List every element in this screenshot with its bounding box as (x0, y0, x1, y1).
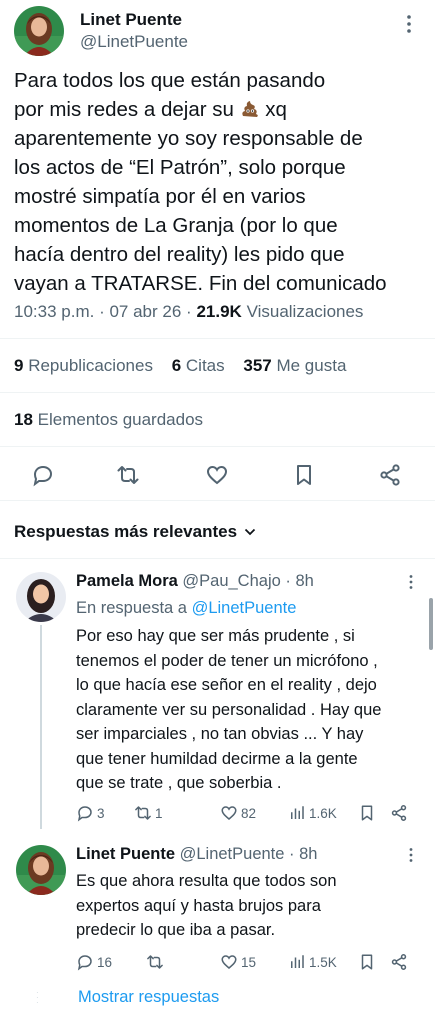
views-icon (291, 955, 304, 968)
poop-emoji-icon (240, 98, 260, 118)
like-icon[interactable] (200, 458, 234, 492)
reply-bookmark-button[interactable] (358, 953, 376, 971)
likes-stat[interactable]: 357 Me gusta (243, 356, 346, 375)
views-count[interactable]: 21.9K (196, 302, 241, 321)
reply-author-name[interactable]: Linet Puente (76, 845, 175, 863)
more-options-icon[interactable] (397, 14, 421, 38)
reply-actions-bar: 16 15 1.5K (76, 953, 423, 975)
divider (0, 392, 435, 393)
repost-icon (135, 806, 151, 820)
divider (0, 338, 435, 339)
share-icon (391, 954, 407, 970)
show-replies-link[interactable]: Mostrar respuestas (78, 988, 219, 1007)
reply-reply-button[interactable]: 16 (76, 953, 112, 971)
tweet-text-line: los actos de “El Patrón”, solo porque (14, 156, 346, 179)
reply-header: Pamela Mora @Pau_Chajo · 8h (76, 572, 314, 591)
reply-item[interactable]: Linet Puente @LinetPuente · 8h Es que ah… (0, 835, 435, 980)
tweet-text-line: Para todos los que están pasando (14, 69, 326, 92)
bookmarks-stat[interactable]: 18 Elementos guardados (14, 410, 203, 430)
engagement-stats: 9 Republicaciones 6 Citas 357 Me gusta (14, 356, 360, 376)
reply-header: Linet Puente @LinetPuente · 8h (76, 845, 317, 864)
more-options-icon[interactable] (403, 574, 419, 595)
tweet-text-line: por mis redes a dejar su xq (14, 98, 287, 121)
reply-icon[interactable] (26, 458, 60, 492)
scrollbar[interactable] (429, 598, 433, 650)
reply-text: Por eso hay que ser más prudente , si te… (76, 627, 382, 792)
tweet-header: Linet Puente @LinetPuente (14, 6, 421, 58)
reply-avatar[interactable] (16, 845, 66, 895)
meta-separator: · (99, 302, 105, 321)
reply-bookmark-button[interactable] (358, 804, 376, 822)
reply-like-button[interactable]: 15 (220, 953, 256, 971)
author-avatar[interactable] (14, 6, 64, 56)
reply-time[interactable]: · 8h (285, 572, 313, 590)
divider (0, 558, 435, 559)
tweet-actions-bar (0, 458, 435, 492)
tweet-date[interactable]: 07 abr 26 (109, 302, 181, 321)
reply-share-button[interactable] (390, 953, 408, 971)
like-icon (221, 955, 237, 969)
reply-views-button[interactable]: 1.5K (288, 953, 337, 971)
reply-time[interactable]: · 8h (289, 845, 317, 863)
tweet-text-line: vayan a TRATARSE. Fin del comunicado (14, 272, 387, 295)
reply-author-handle[interactable]: @LinetPuente (180, 845, 285, 863)
replies-sort-label: Respuestas más relevantes (14, 522, 238, 541)
repost-icon (147, 955, 163, 969)
views-label[interactable]: Visualizaciones (247, 302, 364, 321)
reply-icon (77, 955, 92, 971)
reply-item[interactable]: Pamela Mora @Pau_Chajo · 8h En respuesta… (0, 562, 435, 832)
reply-reply-button[interactable]: 3 (76, 804, 105, 822)
reposts-stat[interactable]: 9 Republicaciones (14, 356, 153, 375)
thread-dots: · · · (36, 988, 39, 1007)
bookmark-icon (361, 954, 373, 970)
reply-avatar[interactable] (16, 572, 66, 622)
reply-share-button[interactable] (390, 804, 408, 822)
bookmark-icon (361, 805, 373, 821)
reply-views-button[interactable]: 1.6K (288, 804, 337, 822)
meta-separator: · (186, 302, 192, 321)
reply-repost-button[interactable] (146, 953, 167, 971)
replying-to: En respuesta a @LinetPuente (76, 599, 297, 617)
tweet-text: Para todos los que están pasando por mis… (14, 66, 424, 298)
tweet-text-line: hacía dentro del reality) les pido que (14, 243, 345, 266)
author-name[interactable]: Linet Puente (80, 10, 182, 30)
reply-actions-bar: 3 1 82 1.6K (76, 804, 423, 826)
author-handle[interactable]: @LinetPuente (80, 32, 188, 52)
share-icon (391, 805, 407, 821)
reply-author-handle[interactable]: @Pau_Chajo (182, 572, 280, 590)
bookmark-icon[interactable] (287, 458, 321, 492)
tweet-meta: 10:33 p.m. · 07 abr 26 · 21.9K Visualiza… (14, 302, 363, 322)
like-icon (221, 806, 237, 820)
reply-repost-button[interactable]: 1 (134, 804, 163, 822)
quotes-stat[interactable]: 6 Citas (172, 356, 225, 375)
reply-like-button[interactable]: 82 (220, 804, 256, 822)
share-icon[interactable] (373, 458, 407, 492)
tweet-text-line: mostré simpatía por él en varios (14, 185, 306, 208)
tweet-text-line: momentos de La Granja (por lo que (14, 214, 338, 237)
reply-author-name[interactable]: Pamela Mora (76, 572, 178, 590)
views-icon (291, 806, 304, 819)
repost-icon[interactable] (111, 458, 145, 492)
reply-text: Es que ahora resulta que todos son exper… (76, 872, 337, 939)
divider (0, 446, 435, 447)
replies-sort-toggle[interactable]: Respuestas más relevantes (14, 522, 257, 542)
divider (0, 500, 435, 501)
chevron-down-icon (244, 528, 256, 536)
thread-line (40, 625, 42, 829)
more-options-icon[interactable] (403, 847, 419, 868)
replying-to-link[interactable]: @LinetPuente (192, 599, 297, 617)
tweet-text-line: aparentemente yo soy responsable de (14, 127, 363, 150)
tweet-time[interactable]: 10:33 p.m. (14, 302, 94, 321)
reply-icon (77, 806, 92, 822)
